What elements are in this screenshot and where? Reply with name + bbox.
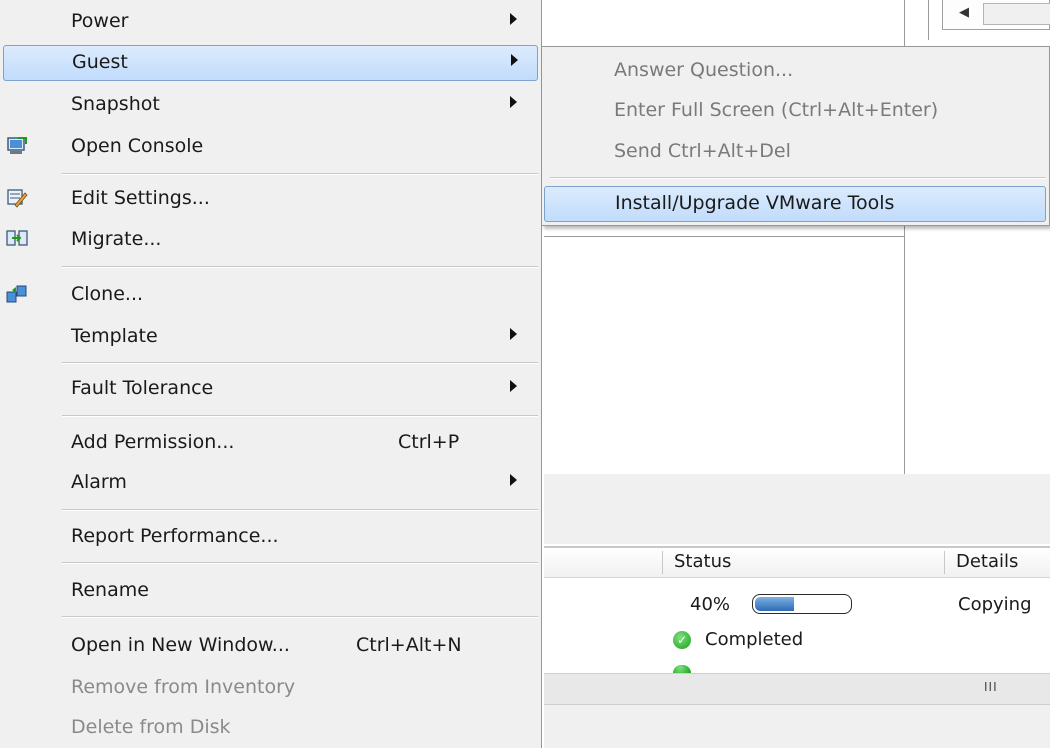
scroll-thumb[interactable] [983, 3, 1050, 25]
panel-divider [544, 236, 904, 237]
horizontal-scrollbar[interactable]: III [544, 673, 1050, 705]
submenu-item-label: Install/Upgrade VMware Tools [615, 192, 895, 214]
menu-item-open-console[interactable]: Open Console [0, 129, 541, 165]
console-icon [7, 137, 27, 154]
submenu-item-label: Enter Full Screen (Ctrl+Alt+Enter) [614, 99, 939, 121]
menu-item-label: Template [71, 325, 158, 347]
submenu-item-enter-full-screen[interactable]: Enter Full Screen (Ctrl+Alt+Enter) [542, 93, 1048, 129]
menu-separator [62, 266, 538, 267]
submenu-item-send-ctrl-alt-del[interactable]: Send Ctrl+Alt+Del [542, 134, 1048, 170]
menu-separator [62, 509, 538, 510]
status-percent: 40% [690, 594, 731, 615]
menu-item-edit-settings[interactable]: Edit Settings... [0, 181, 541, 217]
panel-splitter-area [544, 474, 1050, 544]
menu-item-label: Guest [72, 51, 128, 73]
menu-item-open-in-new-window[interactable]: Open in New Window... Ctrl+Alt+N [0, 628, 541, 664]
menu-item-label: Open in New Window... [71, 634, 290, 656]
menu-item-label: Edit Settings... [71, 187, 210, 209]
submenu-item-install-vmware-tools[interactable]: Install/Upgrade VMware Tools [544, 186, 1046, 222]
menu-item-label: Clone... [71, 283, 144, 305]
column-header-details[interactable]: Details [956, 551, 1018, 572]
submenu-item-label: Send Ctrl+Alt+Del [614, 140, 791, 162]
menu-item-label: Add Permission... [71, 431, 235, 453]
submenu-arrow-icon [510, 328, 517, 340]
menu-item-remove-from-inventory[interactable]: Remove from Inventory [0, 670, 541, 706]
shortcut-label: Ctrl+P [398, 431, 460, 453]
panel-divider [928, 0, 929, 40]
edit-settings-icon [7, 189, 28, 208]
check-icon: ✓ [673, 631, 691, 649]
menu-item-migrate[interactable]: Migrate... [0, 222, 541, 258]
menu-item-alarm[interactable]: Alarm [0, 465, 541, 501]
menu-item-add-permission[interactable]: Add Permission... Ctrl+P [0, 425, 541, 461]
tasks-table-header: Status Details [544, 546, 1050, 578]
menu-item-power[interactable]: Power [0, 4, 541, 40]
menu-item-label: Snapshot [71, 93, 160, 115]
scroll-left-icon[interactable]: ◀ [959, 5, 969, 20]
task-details: Copying [958, 594, 1032, 615]
clone-icon [6, 285, 27, 303]
menu-item-rename[interactable]: Rename [0, 573, 541, 609]
horizontal-scrollbar-top[interactable]: ◀ [942, 0, 1050, 30]
menu-item-template[interactable]: Template [0, 319, 541, 355]
menu-item-guest[interactable]: Guest [3, 45, 538, 81]
submenu-item-label: Answer Question... [614, 59, 794, 81]
menu-item-label: Remove from Inventory [71, 676, 296, 698]
menu-separator [62, 616, 538, 617]
submenu-arrow-icon [510, 13, 517, 25]
menu-separator [62, 173, 538, 174]
progress-bar [752, 594, 852, 614]
migrate-icon [6, 230, 28, 246]
menu-separator [62, 362, 538, 363]
column-separator[interactable] [944, 551, 945, 574]
menu-item-fault-tolerance[interactable]: Fault Tolerance [0, 371, 541, 407]
progress-fill [755, 597, 795, 611]
menu-item-label: Open Console [71, 135, 204, 157]
menu-item-snapshot[interactable]: Snapshot [0, 87, 541, 123]
menu-item-label: Report Performance... [71, 525, 279, 547]
menu-item-clone[interactable]: Clone... [0, 277, 541, 313]
menu-item-label: Migrate... [71, 228, 162, 250]
menu-item-delete-from-disk[interactable]: Delete from Disk [0, 710, 541, 746]
menu-item-label: Alarm [71, 471, 127, 493]
status-area [544, 705, 1050, 748]
submenu-arrow-icon [510, 380, 517, 392]
submenu-arrow-icon [510, 474, 517, 486]
menu-separator [62, 415, 538, 416]
menu-separator [550, 177, 1046, 178]
check-icon [673, 665, 691, 673]
guest-submenu: Answer Question... Enter Full Screen (Ct… [542, 46, 1050, 226]
menu-separator [62, 562, 538, 563]
submenu-item-answer-question[interactable]: Answer Question... [542, 53, 1048, 89]
column-separator[interactable] [662, 551, 663, 574]
menu-item-label: Delete from Disk [71, 716, 231, 738]
menu-item-label: Fault Tolerance [71, 377, 214, 399]
column-header-status[interactable]: Status [674, 551, 731, 572]
menu-item-label: Rename [71, 579, 149, 601]
status-completed: Completed [705, 629, 804, 650]
menu-item-label: Power [71, 10, 129, 32]
submenu-arrow-icon [511, 54, 518, 66]
scroll-grip-icon[interactable]: III [984, 680, 998, 694]
submenu-arrow-icon [510, 96, 517, 108]
context-menu: Power Guest Snapshot Open Console Edit S… [0, 0, 542, 748]
menu-item-report-performance[interactable]: Report Performance... [0, 519, 541, 555]
shortcut-label: Ctrl+Alt+N [356, 634, 462, 656]
